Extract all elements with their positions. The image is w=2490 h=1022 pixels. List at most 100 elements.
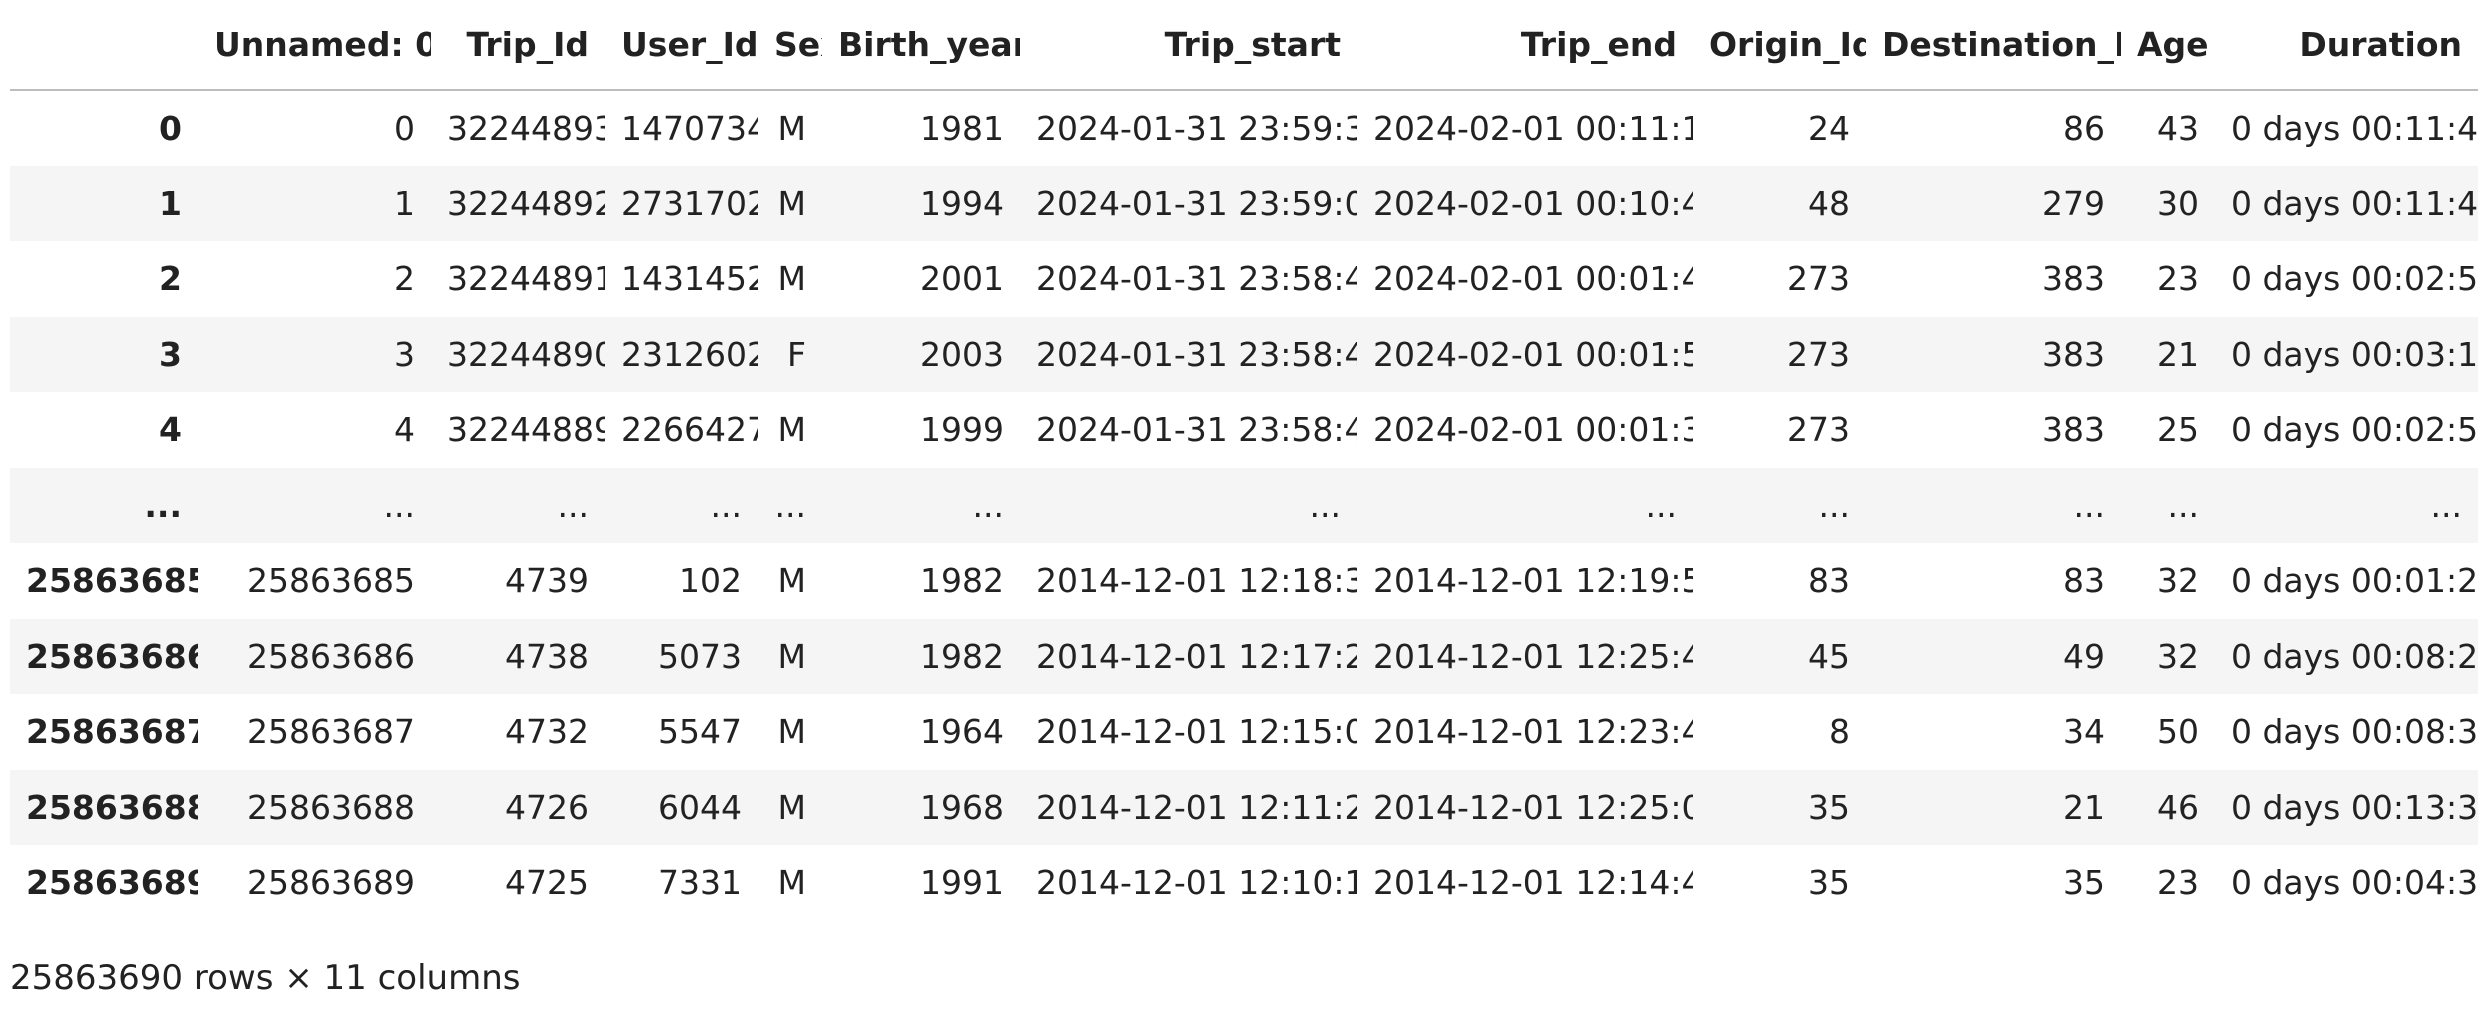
cell-trip-id: 4739	[505, 561, 589, 601]
cell-origin-id: 35	[1808, 787, 1850, 827]
cell-trip-id: 4732	[505, 712, 589, 752]
cell-trip-start: 2024-01-31 23:58:48	[1036, 259, 1357, 299]
cell-origin-id: 45	[1808, 636, 1850, 676]
cell-age: 32	[2157, 561, 2199, 601]
cell-unnamed-0: ...	[383, 485, 415, 525]
cell-unnamed-0: 0	[394, 108, 415, 148]
table-row: 25863688 25863688 4726 6044 M 1968 2014-12-01 …	[10, 769, 2478, 845]
row-index: 25863689	[26, 863, 198, 903]
cell-origin-id: 273	[1787, 259, 1850, 299]
cell-origin-id: 24	[1808, 108, 1850, 148]
cell-birth-year: ...	[972, 485, 1004, 525]
cell-birth-year: 2001	[920, 259, 1004, 299]
column-header-trip-start: Trip_start	[1020, 0, 1357, 91]
column-header-trip-end: Trip_end	[1357, 0, 1693, 91]
column-header-duration: Duration	[2215, 0, 2478, 91]
cell-trip-id: 32244891	[447, 259, 605, 299]
column-header-index	[10, 0, 198, 91]
cell-trip-start: 2014-12-01 12:17:22	[1036, 636, 1357, 676]
cell-age: 21	[2157, 334, 2199, 374]
cell-destination-id: 49	[2063, 636, 2105, 676]
cell-destination-id: 383	[2042, 259, 2105, 299]
table-row: 25863686 25863686 4738 5073 M 1982 2014-12-01 …	[10, 618, 2478, 694]
table-row: 0 0 32244893 1470734 M 1981 2024-01-31 23:59:3…	[10, 90, 2478, 166]
row-index: 25863688	[26, 787, 198, 827]
cell-user-id: 7331	[658, 863, 742, 903]
column-header-trip-id: Trip_Id	[431, 0, 605, 91]
cell-birth-year: 1994	[920, 183, 1004, 223]
cell-trip-end: 2024-02-01 00:01:39	[1373, 410, 1693, 450]
cell-unnamed-0: 25863689	[247, 863, 415, 903]
cell-trip-start: 2024-01-31 23:59:33	[1036, 108, 1357, 148]
cell-age: 30	[2157, 183, 2199, 223]
cell-sex: ...	[774, 485, 806, 525]
cell-trip-start: 2014-12-01 12:18:35	[1036, 561, 1357, 601]
cell-user-id: ...	[710, 485, 742, 525]
row-index: 1	[159, 183, 182, 223]
cell-origin-id: 48	[1808, 183, 1850, 223]
cell-sex: M	[777, 787, 806, 827]
cell-duration: 0 days 00:08:24	[2231, 636, 2478, 676]
table-row: 2 2 32244891 1431452 M 2001 2024-01-31 23:58:4…	[10, 241, 2478, 317]
cell-trip-start: 2014-12-01 12:10:13	[1036, 863, 1357, 903]
cell-trip-id: 4726	[505, 787, 589, 827]
column-header-user-id: User_Id	[605, 0, 758, 91]
cell-unnamed-0: 2	[394, 259, 415, 299]
cell-trip-start: ...	[1309, 485, 1341, 525]
cell-sex: M	[777, 636, 806, 676]
cell-age: 43	[2157, 108, 2199, 148]
column-header-birth-year: Birth_year	[822, 0, 1020, 91]
cell-destination-id: 21	[2063, 787, 2105, 827]
cell-origin-id: 8	[1829, 712, 1850, 752]
cell-duration: 0 days 00:02:54	[2231, 259, 2478, 299]
cell-unnamed-0: 3	[394, 334, 415, 374]
dataframe-output: Unnamed: 0 Trip_Id User_Id Sex Birth_yea…	[10, 0, 2478, 921]
cell-trip-end: 2014-12-01 12:14:44	[1373, 863, 1693, 903]
cell-birth-year: 2003	[920, 334, 1004, 374]
cell-trip-end: 2014-12-01 12:19:55	[1373, 561, 1693, 601]
cell-duration: 0 days 00:13:34	[2231, 787, 2478, 827]
cell-origin-id: 273	[1787, 410, 1850, 450]
dataframe-table: Unnamed: 0 Trip_Id User_Id Sex Birth_yea…	[10, 0, 2478, 921]
cell-age: 25	[2157, 410, 2199, 450]
dataframe-shape-label: 25863690 rows × 11 columns	[10, 958, 521, 998]
row-index: 25863685	[26, 561, 198, 601]
cell-age: 46	[2157, 787, 2199, 827]
cell-sex: M	[777, 259, 806, 299]
cell-birth-year: 1982	[920, 561, 1004, 601]
cell-trip-end: 2014-12-01 12:25:03	[1373, 787, 1693, 827]
cell-age: ...	[2167, 485, 2199, 525]
cell-trip-start: 2024-01-31 23:59:06	[1036, 183, 1357, 223]
column-header-origin-id: Origin_Id	[1693, 0, 1866, 91]
cell-age: 23	[2157, 863, 2199, 903]
row-index: 4	[159, 410, 182, 450]
table-row: 4 4 32244889 2266427 M 1999 2024-01-31 23:58:4…	[10, 392, 2478, 468]
row-index: ...	[144, 485, 182, 525]
cell-trip-end: 2024-02-01 00:01:42	[1373, 259, 1693, 299]
cell-origin-id: 35	[1808, 863, 1850, 903]
column-header-destination-id: Destination_Id	[1866, 0, 2121, 91]
cell-user-id: 2266427	[621, 410, 758, 450]
cell-destination-id: 383	[2042, 410, 2105, 450]
cell-trip-end: 2024-02-01 00:11:15	[1373, 108, 1693, 148]
cell-unnamed-0: 25863688	[247, 787, 415, 827]
table-row: 1 1 32244892 2731702 M 1994 2024-01-31 23:59:0…	[10, 165, 2478, 241]
cell-destination-id: 34	[2063, 712, 2105, 752]
cell-destination-id: 86	[2063, 108, 2105, 148]
cell-unnamed-0: 25863685	[247, 561, 415, 601]
row-index: 2	[159, 259, 182, 299]
cell-destination-id: ...	[2073, 485, 2105, 525]
row-index: 25863687	[26, 712, 198, 752]
cell-sex: F	[787, 334, 806, 374]
cell-birth-year: 1981	[920, 108, 1004, 148]
cell-destination-id: 279	[2042, 183, 2105, 223]
column-header-age: Age	[2121, 0, 2215, 91]
cell-trip-id: ...	[557, 485, 589, 525]
cell-user-id: 2312602	[621, 334, 758, 374]
cell-trip-end: 2014-12-01 12:23:42	[1373, 712, 1693, 752]
cell-duration: 0 days 00:08:34	[2231, 712, 2478, 752]
cell-age: 32	[2157, 636, 2199, 676]
cell-trip-end: 2024-02-01 00:01:58	[1373, 334, 1693, 374]
cell-user-id: 1470734	[621, 108, 758, 148]
cell-trip-id: 4738	[505, 636, 589, 676]
